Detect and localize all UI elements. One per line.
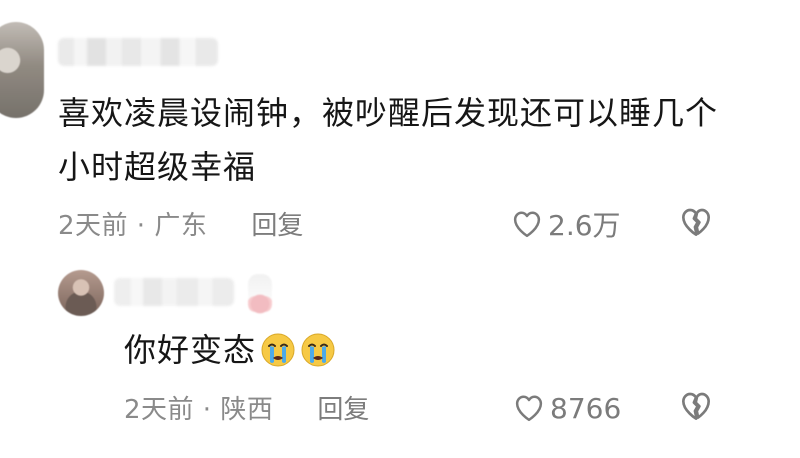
user-badge-obscured	[248, 274, 272, 314]
reply-like-count: 8766	[550, 391, 622, 425]
avatar[interactable]	[0, 22, 44, 118]
heart-outline-icon	[515, 395, 543, 422]
comment-thread: 喜欢凌晨设闹钟，被吵醒后发现还可以睡几个小时超级幸福 2天前 · 广东 回复 2…	[0, 0, 800, 458]
comment-meta: 2天前 · 广东 回复	[58, 200, 303, 246]
broken-heart-icon[interactable]	[680, 390, 712, 422]
like-button[interactable]: 2.6万	[512, 202, 621, 246]
reply-meta: 2天前 · 陕西 回复	[124, 384, 369, 430]
reply-avatar[interactable]	[58, 270, 104, 316]
reply-button[interactable]: 回复	[251, 205, 303, 242]
crying-face-emoji	[301, 333, 335, 367]
reply-username-obscured[interactable]	[114, 278, 234, 306]
reply-time-location: 2天前 · 陕西	[124, 394, 274, 425]
username-obscured[interactable]	[58, 38, 218, 66]
reply-to-reply-button[interactable]: 回复	[317, 389, 369, 426]
like-count: 2.6万	[548, 209, 621, 242]
comment-text: 喜欢凌晨设闹钟，被吵醒后发现还可以睡几个小时超级幸福	[58, 94, 719, 186]
reply-text: 你好变态	[124, 331, 257, 369]
comment-time-location: 2天前 · 广东	[58, 210, 208, 241]
reply-like-button[interactable]: 8766	[514, 386, 621, 430]
reply-text-row: 你好变态	[124, 328, 336, 372]
crying-face-emoji	[261, 333, 295, 367]
broken-heart-icon[interactable]	[680, 206, 712, 238]
heart-outline-icon	[513, 211, 541, 238]
